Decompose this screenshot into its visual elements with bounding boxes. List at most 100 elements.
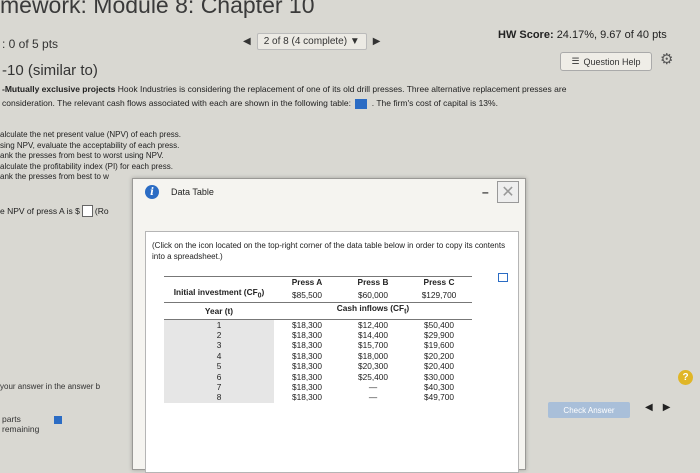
table-row: 6 $18,300 $25,400 $30,000 [164,371,472,382]
npv-label: e NPV of press A is $ [0,206,80,216]
parts-label: parts [2,414,21,424]
hw-score-label: HW Score: [498,29,554,41]
table-cell: $19,600 [424,340,454,351]
table-cell: $20,300 [358,361,388,372]
help-icon[interactable]: ? [678,370,693,385]
year-cell: 2 [164,329,274,341]
table-cell: $50,400 [406,318,472,330]
year-cell: 3 [164,340,274,351]
table-row: Year (t) Cash inflows (CFt) [164,302,472,320]
question-help-label: Question Help [583,56,641,67]
table-cell: $18,300 [274,318,340,330]
table-cell: $18,300 [292,392,322,403]
table-row: 7 $18,300 — $40,300 [164,381,472,393]
table-row: 3 $18,300 $15,700 $19,600 [164,340,472,351]
prev-question-icon[interactable]: ◀ [243,36,251,47]
year-cell: 6 [164,371,274,382]
data-table-panel: (Click on the icon located on the top-ri… [145,231,519,473]
task-item: sing NPV, evaluate the acceptability of … [0,140,180,150]
parts-remaining: parts remaining [2,414,39,434]
table-cell: $85,500 [292,289,322,300]
question-selector[interactable]: 2 of 8 (4 complete) ▼ [256,32,367,50]
remaining-label: remaining [2,424,40,434]
year-label: Year (t) [164,302,274,320]
chevron-down-icon: ▼ [349,35,360,47]
task-item: ank the presses from best to worst using… [0,151,164,160]
table-cell: $15,700 [358,340,388,351]
info-icon: i [145,185,159,199]
list-icon: ☰ [571,56,580,66]
answer-hint: your answer in the answer b [0,382,101,391]
question-selector-label: 2 of 8 (4 complete) [263,35,348,47]
table-row: 2 $18,300 $14,400 $29,900 [164,329,472,341]
table-row: 8 $18,300 — $49,700 [164,392,472,403]
table-cell: $29,900 [424,329,454,340]
task-item: alculate the profitability index (PI) fo… [0,161,173,171]
copy-instructions: (Click on the icon located on the top-ri… [152,241,506,261]
parts-progress [54,416,62,424]
table-cell: $18,300 [292,329,322,340]
table-cell: $18,300 [292,381,322,392]
initial-investment-label: Initial investment (CF0) [173,287,265,301]
column-header: Press C [406,276,472,288]
gear-icon[interactable]: ⚙ [660,50,673,68]
dialog-title: Data Table [171,187,214,197]
table-cell: $18,300 [292,371,322,382]
table-row: 1 $18,300 $12,400 $50,400 [164,318,472,330]
cash-flow-rows: 1 $18,300 $12,400 $50,400 2 $18,300 $14,400 $29… [164,318,472,403]
prev-part-icon[interactable]: ◀ [645,402,663,413]
cash-flow-table: Press A Press B Press C Initial investme… [164,276,472,403]
data-table-dialog: i Data Table – ✕ (Click on the icon loca… [132,178,526,473]
task-list: alculate the net present value (NPV) of … [0,130,181,183]
problem-lead: -Mutually exclusive projects [2,84,116,94]
table-cell: — [368,392,378,403]
table-cell: $49,700 [424,392,454,403]
table-cell: $60,000 [358,289,388,300]
year-cell: 7 [164,381,274,393]
problem-line2a: consideration. The relevant cash flows a… [2,98,352,108]
column-header: Press A [274,276,340,288]
table-cell: $12,400 [340,318,406,330]
npv-suffix: (Ro [94,206,109,216]
part-navigation: ◀▶ [645,402,680,413]
check-answer-button[interactable]: Check Answer [548,402,630,418]
table-cell: $40,300 [424,381,454,392]
table-cell: $25,400 [358,371,388,382]
problem-line2b: . The firm's cost of capital is 13%. [371,98,498,108]
year-cell: 8 [164,392,274,403]
copy-table-icon[interactable] [498,273,508,282]
table-cell: $20,400 [424,361,454,372]
question-help-button[interactable]: ☰ Question Help [560,52,652,71]
table-row: 5 $18,300 $20,300 $20,400 [164,361,472,372]
year-cell: 5 [164,361,274,372]
task-item: alculate the net present value (NPV) of … [0,130,181,139]
table-cell: $18,300 [292,350,322,361]
table-cell: — [368,381,378,392]
year-cell: 1 [164,318,274,330]
table-cell: $18,300 [292,340,322,351]
problem-line1: Hook Industries is considering the repla… [117,84,567,94]
table-cell: $20,200 [424,350,454,361]
question-points: : 0 of 5 pts [2,37,59,51]
hw-score: HW Score: 24.17%, 9.67 of 40 pts [498,29,667,41]
close-button[interactable]: ✕ [497,181,519,203]
cash-inflows-label: Cash inflows (CFt) [274,302,472,320]
next-part-icon[interactable]: ▶ [663,402,681,413]
data-table-icon[interactable] [355,98,368,109]
column-header: Press B [340,276,406,288]
question-number: -10 (similar to) [2,62,98,79]
table-cell: $18,300 [292,361,322,372]
table-row: 4 $18,300 $18,000 $20,200 [164,350,472,362]
minimize-button[interactable]: – [482,185,489,199]
page-title: mework: Module 8: Chapter 10 [0,0,315,18]
table-cell: $30,000 [424,371,454,382]
question-navigator: ◀ 2 of 8 (4 complete) ▼ ▶ [243,31,413,51]
npv-prompt: e NPV of press A is $ (Ro [0,205,109,217]
table-cell: $129,700 [421,289,457,300]
npv-input[interactable] [81,205,93,217]
next-question-icon[interactable]: ▶ [373,36,381,47]
problem-statement: -Mutually exclusive projects Hook Indust… [2,82,662,110]
table-cell: $14,400 [358,329,388,340]
table-cell: $18,000 [358,350,388,361]
year-cell: 4 [164,350,274,362]
